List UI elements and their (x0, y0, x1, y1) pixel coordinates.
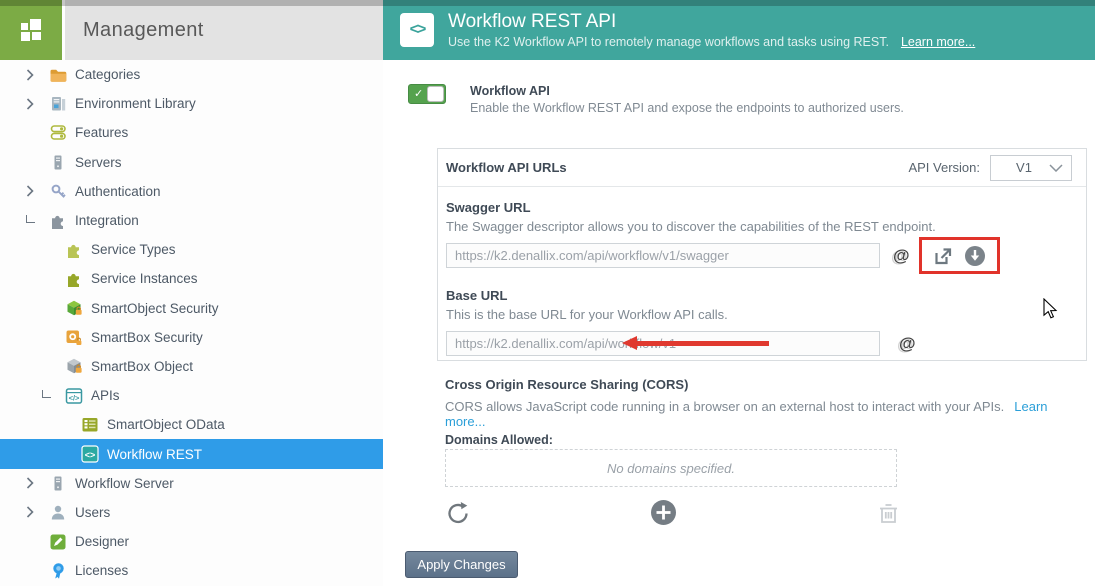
download-icon[interactable] (964, 245, 986, 267)
cube-lock-green-icon (64, 299, 84, 317)
box-lock-orange-icon (64, 328, 84, 346)
designer-pencil-icon (48, 533, 68, 551)
domains-allowed-label: Domains Allowed: (445, 433, 553, 447)
copy-url-icon[interactable]: @ (899, 334, 916, 354)
api-window-icon: </> (64, 387, 84, 405)
open-external-link-icon[interactable] (933, 246, 953, 266)
sidebar-item-features[interactable]: Features (0, 118, 383, 147)
panel-header: Workflow API URLs API Version: V1 (438, 149, 1086, 187)
cors-title: Cross Origin Resource Sharing (CORS) (445, 377, 689, 392)
collapse-corner-icon[interactable] (42, 390, 64, 399)
main-content: <> Workflow REST API Use the K2 Workflow… (383, 0, 1095, 586)
panel-title: Workflow API URLs (446, 160, 567, 175)
page-subtitle: Use the K2 Workflow API to remotely mana… (448, 35, 976, 49)
sidebar-item-smartobject-odata[interactable]: SmartObject OData (0, 410, 383, 439)
server-icon (48, 474, 68, 492)
sidebar-item-integration[interactable]: Integration (0, 206, 383, 235)
toggle-knob (427, 86, 444, 102)
cors-section: Cross Origin Resource Sharing (CORS) COR… (445, 377, 1065, 429)
chevron-down-icon (1049, 163, 1063, 172)
workflow-api-toggle[interactable]: ✓ (408, 84, 446, 104)
domains-empty-text: No domains specified. (607, 460, 735, 476)
domains-list[interactable]: No domains specified. (445, 449, 897, 487)
svg-text:</>: </> (69, 393, 80, 402)
license-ribbon-icon (48, 562, 68, 580)
sidebar-item-smartobject-security[interactable]: SmartObject Security (0, 294, 383, 323)
red-highlight-box (918, 237, 1000, 274)
api-version-label: API Version: (908, 160, 980, 175)
svg-text:<>: <> (85, 450, 96, 460)
puzzle-icon (48, 212, 68, 230)
refresh-button[interactable] (445, 500, 471, 532)
sidebar-item-workflow-server[interactable]: Workflow Server (0, 469, 383, 498)
sidebar-item-smartbox-object[interactable]: SmartBox Object (0, 352, 383, 381)
app-menu-button[interactable] (0, 0, 62, 60)
sidebar-item-authentication[interactable]: Authentication (0, 177, 383, 206)
api-version-select[interactable]: V1 (990, 154, 1072, 181)
sidebar-item-smartbox-security[interactable]: SmartBox Security (0, 323, 383, 352)
cube-lock-gray-icon (64, 357, 84, 375)
sidebar-header: Management (0, 0, 383, 60)
sidebar-item-service-instances[interactable]: Service Instances (0, 264, 383, 293)
sidebar-item-service-types[interactable]: Service Types (0, 235, 383, 264)
workflow-rest-api-icon: <> (400, 13, 434, 47)
swagger-url-input[interactable] (446, 243, 880, 268)
check-icon: ✓ (414, 88, 424, 100)
sidebar-item-servers[interactable]: Servers (0, 148, 383, 177)
expand-chevron-icon[interactable] (26, 185, 48, 197)
header-learn-more-link[interactable]: Learn more... (901, 35, 975, 49)
app-title: Management (83, 18, 204, 41)
sidebar-title-bar: Management (62, 0, 383, 60)
workflow-api-urls-panel: Workflow API URLs API Version: V1 Swagge… (437, 148, 1087, 361)
swagger-url-description: The Swagger descriptor allows you to dis… (446, 219, 936, 234)
workflow-api-label: Workflow API (470, 84, 550, 98)
expand-chevron-icon[interactable] (26, 477, 48, 489)
sidebar-item-licenses[interactable]: Licenses (0, 556, 383, 585)
management-console: Management Categories Environment Librar… (0, 0, 1095, 586)
puzzle-olive-icon (64, 270, 84, 288)
apply-changes-button[interactable]: Apply Changes (405, 551, 518, 578)
workflow-api-enable-row: ✓ Workflow API Enable the Workflow REST … (408, 84, 904, 115)
base-url-input[interactable] (446, 331, 880, 356)
add-domain-button[interactable] (650, 499, 677, 531)
expand-chevron-icon[interactable] (26, 506, 48, 518)
user-icon (48, 503, 68, 521)
swagger-url-row: @ (446, 237, 1072, 274)
features-icon (48, 124, 68, 142)
workflow-api-description: Enable the Workflow REST API and expose … (470, 101, 904, 115)
navigation-tree: Categories Environment Library Features … (0, 60, 383, 586)
base-url-label: Base URL (446, 288, 508, 303)
page-header: <> Workflow REST API Use the K2 Workflow… (383, 0, 1095, 60)
puzzle-light-icon (64, 241, 84, 259)
base-url-row: @ (446, 331, 1072, 356)
server-icon (48, 153, 68, 171)
delete-domain-button[interactable] (877, 501, 900, 530)
folder-icon (48, 66, 68, 84)
odata-table-icon (80, 416, 100, 434)
environment-library-icon (48, 95, 68, 113)
collapse-corner-icon[interactable] (26, 215, 48, 224)
expand-chevron-icon[interactable] (26, 69, 48, 81)
workflow-rest-icon: <> (80, 445, 100, 463)
sidebar-item-designer[interactable]: Designer (0, 527, 383, 556)
sidebar-item-workflow-rest[interactable]: <> Workflow REST (0, 439, 383, 469)
swagger-url-label: Swagger URL (446, 200, 531, 215)
sidebar-item-environment-library[interactable]: Environment Library (0, 89, 383, 118)
refresh-icon (448, 502, 468, 524)
page-title: Workflow REST API (448, 11, 617, 32)
sidebar: Management Categories Environment Librar… (0, 0, 383, 586)
expand-chevron-icon[interactable] (26, 98, 48, 110)
key-icon (48, 182, 68, 200)
sidebar-item-users[interactable]: Users (0, 498, 383, 527)
sidebar-item-categories[interactable]: Categories (0, 60, 383, 89)
base-url-description: This is the base URL for your Workflow A… (446, 307, 728, 322)
copy-url-icon[interactable]: @ (893, 246, 910, 266)
plus-icon (651, 500, 676, 525)
sidebar-item-apis[interactable]: </> APIs (0, 381, 383, 410)
grid-icon (21, 19, 41, 41)
api-version-value: V1 (1016, 160, 1032, 175)
trash-icon (880, 504, 897, 523)
cors-description: CORS allows JavaScript code running in a… (445, 399, 1048, 429)
